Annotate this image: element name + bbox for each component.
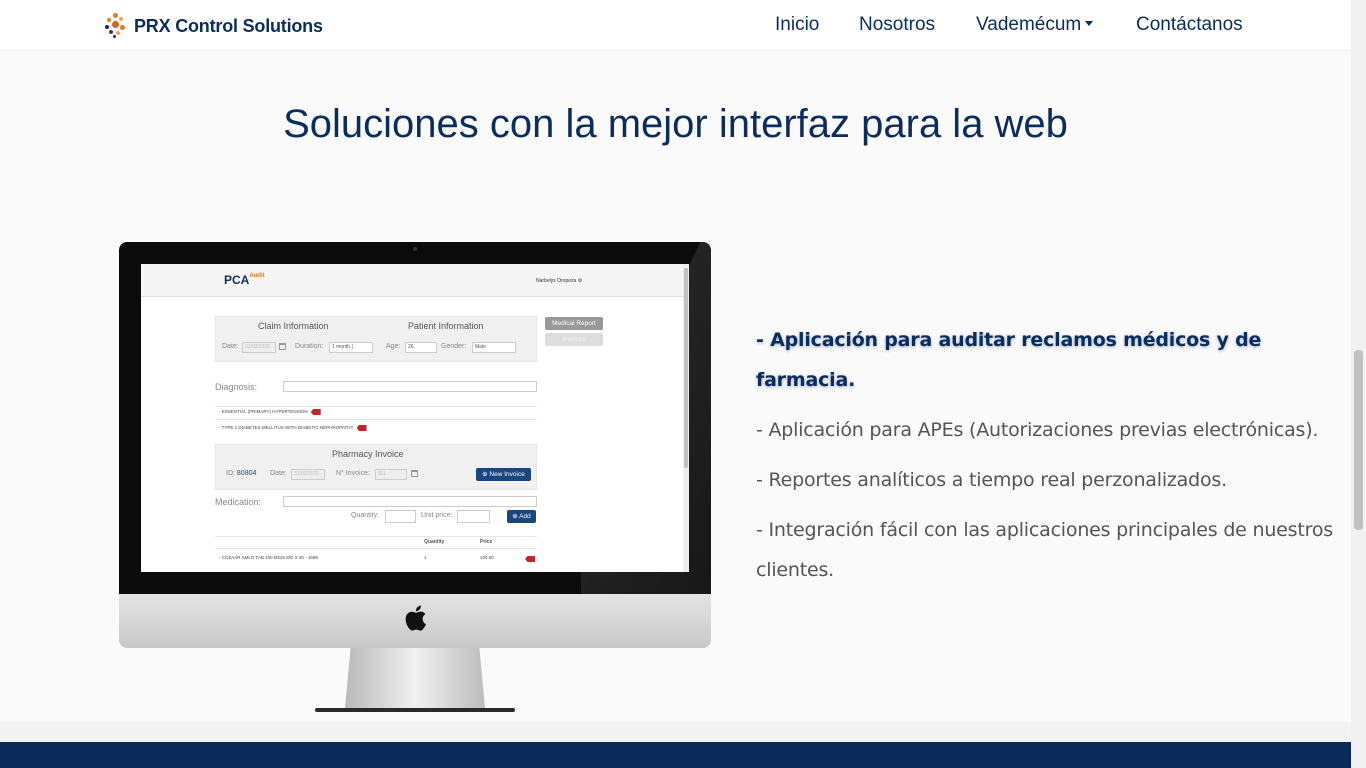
imac-stand [315, 648, 515, 712]
new-invoice-button[interactable]: ⊕ New Invoice [476, 468, 531, 481]
app-logo-suffix: Audit [249, 273, 265, 279]
plus-circle-icon: ⊕ [512, 513, 518, 520]
add-button[interactable]: ⊕ Add [507, 510, 536, 523]
imac-stand-neck [345, 648, 485, 708]
nav-item-contactanos[interactable]: Contáctanos [1136, 14, 1243, 36]
calendar-icon[interactable] [411, 470, 418, 477]
app-header: PCAAudit Narbelys Oropeza ⚙ [141, 264, 689, 297]
app-scrollbar[interactable] [683, 264, 689, 572]
gender-label: Gender: [441, 343, 467, 350]
feature-item-integration: - Integración fácil con las aplicaciones… [756, 519, 1333, 581]
date-label: Date: [222, 343, 239, 350]
gender-select[interactable]: Male [472, 342, 516, 353]
unit-price-input[interactable] [457, 510, 490, 523]
table-header-quantity: Quantity [424, 539, 445, 545]
duration-label: Duration: [295, 343, 324, 350]
quantity-input[interactable] [385, 510, 416, 523]
apple-icon [405, 605, 426, 631]
plus-circle-icon: ⊕ [482, 471, 488, 478]
new-invoice-label: New Invoice [489, 471, 525, 478]
table-row-name: - COZAAR AMLO TAB 100 MG/5 MG X 30 - 169… [219, 555, 318, 560]
remove-tag-icon[interactable] [356, 425, 367, 431]
divider [215, 406, 537, 407]
patient-title: Patient Information [408, 321, 484, 331]
medical-report-button[interactable]: Medical Report [545, 317, 603, 330]
diagnosis-input[interactable] [283, 381, 537, 392]
chevron-down-icon [1085, 21, 1094, 27]
gear-icon: ⚙ [577, 278, 583, 284]
diagnosis-label: Diagnosis: [215, 382, 258, 392]
top-navbar: PRX Control Solutions Inicio Nosotros Va… [0, 0, 1351, 50]
claim-date-input[interactable]: 31/03/2015 [242, 342, 276, 353]
nav-item-inicio[interactable]: Inicio [775, 14, 819, 36]
footer-band [0, 742, 1351, 768]
divider [215, 419, 537, 420]
add-label: Add [519, 513, 531, 520]
invoice-number-label: N° Invoice: [336, 470, 370, 477]
invoice-id-key: ID: [226, 470, 235, 477]
invoice-date-input[interactable]: 31/03/2015 [291, 469, 325, 480]
feature-item-apes: - Aplicación para APEs (Autorizaciones p… [756, 419, 1319, 441]
quantity-label: Quantity: [351, 512, 380, 519]
imac-mockup: PCAAudit Narbelys Oropeza ⚙ Claim Inform… [119, 242, 711, 712]
nav-item-vademecum[interactable]: Vademécum [976, 14, 1094, 36]
diagnosis-item: - TYPE 1 DIABETES MELLITUS WITH DIABETIC… [219, 425, 367, 431]
app-logo-text: PCA [224, 273, 250, 287]
invoices-button[interactable]: Invoices [545, 333, 603, 346]
imac-chin [119, 594, 711, 648]
invoice-id-label: ID: 80804 [226, 470, 256, 477]
main-nav: Inicio Nosotros Vademécum Contáctanos [0, 14, 1351, 38]
page-scrollbar[interactable] [1351, 0, 1366, 768]
invoice-id-value: 80804 [236, 470, 257, 477]
invoice-date-label: Date: [270, 470, 287, 477]
diagnosis-item-text: - TYPE 1 DIABETES MELLITUS WITH DIABETIC… [219, 425, 354, 431]
section-bottom-band [0, 722, 1351, 742]
feature-item-audit: - Aplicación para auditar reclamos médic… [756, 329, 1262, 391]
imac-screen: PCAAudit Narbelys Oropeza ⚙ Claim Inform… [119, 242, 711, 594]
divider [215, 536, 537, 537]
divider [215, 548, 537, 549]
app-user-name: Narbelys Oropeza ⚙ [536, 278, 582, 284]
app-user-label: Narbelys Oropeza [536, 278, 577, 284]
calendar-icon[interactable] [279, 343, 286, 350]
age-input[interactable]: 26 [405, 342, 437, 353]
nav-item-nosotros[interactable]: Nosotros [859, 14, 935, 36]
table-row-price: 100.00 [480, 555, 494, 560]
table-header-price: Price [480, 539, 493, 545]
section-title: Soluciones con la mejor interfaz para la… [283, 102, 1068, 146]
feature-item-reports: - Reportes analíticos a tiempo real perz… [756, 469, 1227, 491]
diagnosis-item-text: - ESSENTIAL (PRIMARY) HYPERTENSION [219, 409, 308, 415]
app-logo: PCAAudit [224, 273, 265, 287]
medication-input[interactable] [283, 496, 537, 507]
remove-tag-icon[interactable] [310, 409, 321, 415]
diagnosis-item: - ESSENTIAL (PRIMARY) HYPERTENSION [219, 409, 321, 415]
nav-item-vademecum-label: Vademécum [976, 14, 1082, 35]
table-row-quantity: 1 [424, 555, 427, 560]
medication-label: Medication: [215, 497, 262, 507]
remove-tag-icon[interactable] [525, 556, 535, 562]
invoice-number-input[interactable]: 111 [375, 469, 407, 480]
app-scrollbar-thumb[interactable] [684, 268, 688, 468]
duration-select[interactable]: 1 month ( [329, 342, 373, 353]
page-scrollbar-thumb[interactable] [1354, 350, 1363, 530]
app-screenshot: PCAAudit Narbelys Oropeza ⚙ Claim Inform… [141, 264, 689, 572]
unit-price-label: Unit price: [421, 512, 453, 519]
feature-list: - Aplicación para auditar reclamos médic… [756, 320, 1346, 600]
pharmacy-title: Pharmacy Invoice [332, 449, 404, 459]
camera-dot [413, 247, 417, 251]
age-label: Age: [386, 343, 401, 350]
claim-title: Claim Information [258, 321, 329, 331]
imac-stand-foot [315, 708, 515, 712]
